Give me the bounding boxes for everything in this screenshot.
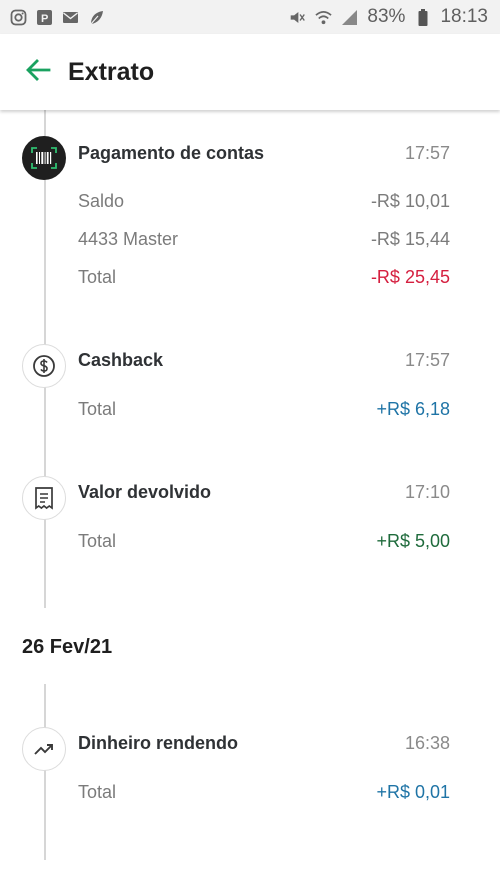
dollar-coin-icon <box>22 344 66 388</box>
status-bar: P 83% 18:13 <box>0 0 500 34</box>
receipt-icon <box>22 476 66 520</box>
row-label: Total <box>78 531 117 551</box>
entry-title: Cashback <box>78 350 164 370</box>
row-value-total: +R$ 6,18 <box>376 399 450 419</box>
status-right: 83% 18:13 <box>289 6 488 28</box>
mute-icon <box>289 9 306 26</box>
entry-title: Valor devolvido <box>78 482 212 502</box>
entry-time: 17:57 <box>404 350 450 370</box>
entry-time: 17:10 <box>404 482 450 502</box>
app-bar: Extrato <box>0 34 500 110</box>
entry-time: 16:38 <box>404 733 450 753</box>
wifi-icon <box>315 9 333 26</box>
back-button[interactable] <box>8 42 68 102</box>
row-label: 4433 Master <box>78 229 179 249</box>
row-value-total: +R$ 5,00 <box>376 531 450 551</box>
instagram-icon <box>10 9 27 26</box>
row-label: Total <box>78 782 117 802</box>
barcode-icon <box>22 136 66 180</box>
row-value: -R$ 10,01 <box>370 191 450 211</box>
clock: 18:13 <box>440 6 488 27</box>
row-label: Total <box>78 267 117 287</box>
parking-icon: P <box>36 9 53 26</box>
page-title: Extrato <box>68 57 155 86</box>
row-label: Total <box>78 399 117 419</box>
mail-icon <box>62 9 79 26</box>
row-value-total: -R$ 25,45 <box>370 267 450 287</box>
arrow-left-icon <box>24 56 52 89</box>
trending-up-icon <box>22 727 66 771</box>
svg-text:P: P <box>41 13 48 25</box>
leaf-icon <box>88 9 105 26</box>
statement-content: Pagamento de contas 17:57 Saldo -R$ 10,0… <box>0 110 500 889</box>
signal-icon <box>341 9 358 26</box>
status-left: P <box>10 9 105 26</box>
row-value: -R$ 15,44 <box>370 229 450 249</box>
timeline-line <box>44 684 46 860</box>
battery-icon <box>414 8 431 26</box>
entry-title: Pagamento de contas <box>78 143 265 163</box>
entry-title: Dinheiro rendendo <box>78 733 239 753</box>
row-value-total: +R$ 0,01 <box>376 782 450 802</box>
battery-percent: 83% <box>367 6 406 27</box>
entry-time: 17:57 <box>404 143 450 163</box>
date-heading: 26 Fev/21 <box>22 636 113 658</box>
row-label: Saldo <box>78 191 125 211</box>
